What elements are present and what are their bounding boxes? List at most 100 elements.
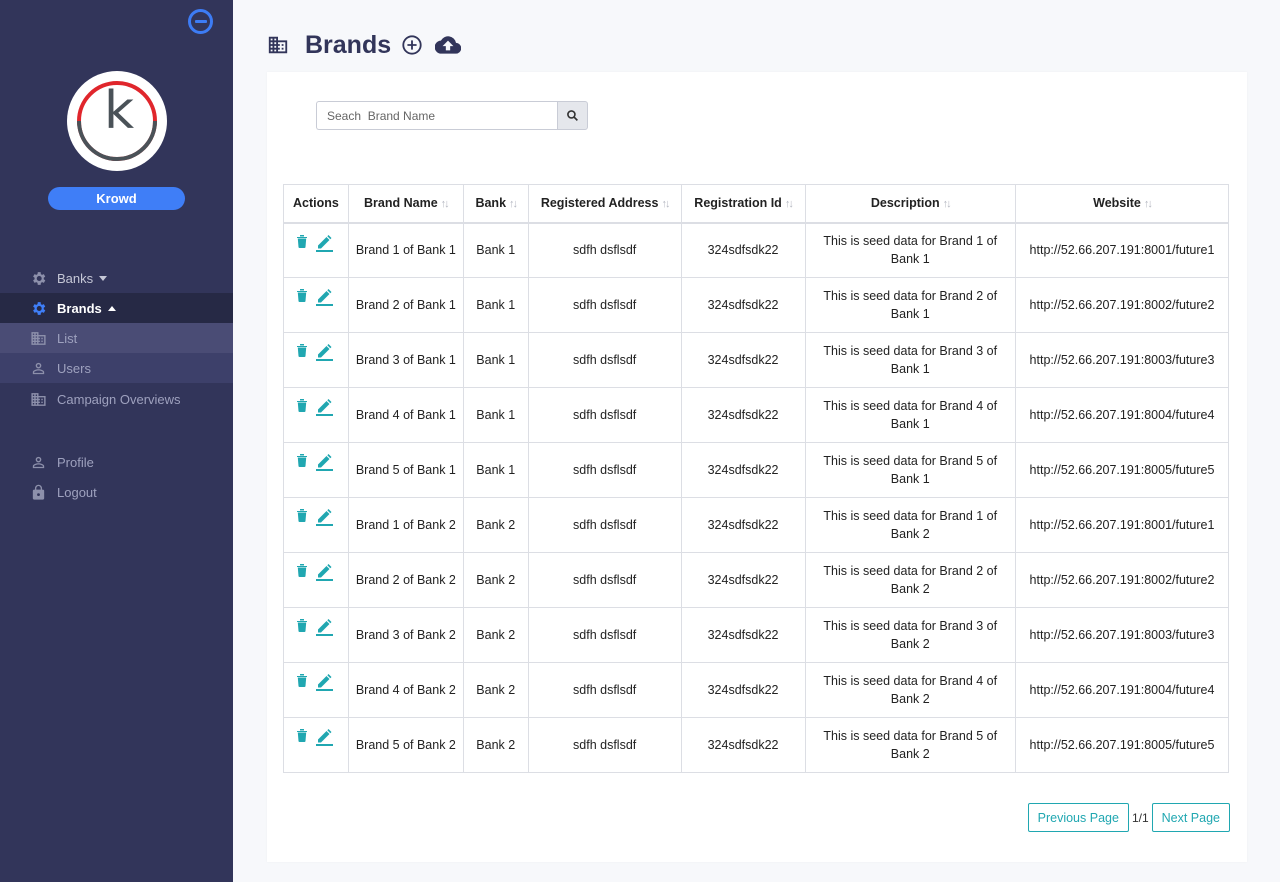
cell-website[interactable]: http://52.66.207.191:8001/future1 bbox=[1015, 222, 1229, 278]
sort-icon[interactable]: ↑↓ bbox=[943, 198, 952, 210]
cell-brand-name: Brand 5 of Bank 1 bbox=[347, 442, 464, 498]
edit-icon[interactable] bbox=[315, 673, 333, 691]
sidebar-item-campaign-overviews[interactable]: Campaign Overviews bbox=[0, 384, 233, 414]
search-button[interactable] bbox=[557, 101, 588, 130]
column-header-registration-id[interactable]: Registration Id ↑↓ bbox=[680, 184, 806, 224]
sidebar-item-label: Campaign Overviews bbox=[57, 391, 181, 407]
trash-icon[interactable] bbox=[296, 618, 308, 632]
cell-description: This is seed data for Brand 5 of Bank 2 bbox=[804, 717, 1016, 773]
cell-bank: Bank 2 bbox=[462, 717, 529, 773]
trash-icon[interactable] bbox=[296, 673, 308, 687]
sort-icon[interactable]: ↑↓ bbox=[441, 198, 450, 210]
edit-icon[interactable] bbox=[315, 288, 333, 306]
cell-registered-address: sdfh dsflsdf bbox=[527, 497, 682, 553]
cell-registration-id: 324sdfsdk22 bbox=[680, 442, 806, 498]
edit-icon[interactable] bbox=[315, 398, 333, 416]
cell-website[interactable]: http://52.66.207.191:8005/future5 bbox=[1015, 442, 1229, 498]
trash-icon[interactable] bbox=[296, 563, 308, 577]
sidebar-item-label: Banks bbox=[57, 270, 94, 286]
collapse-sidebar-icon[interactable] bbox=[188, 9, 213, 34]
cell-website[interactable]: http://52.66.207.191:8004/future4 bbox=[1015, 387, 1229, 443]
user-icon bbox=[30, 454, 47, 471]
sort-icon[interactable]: ↑↓ bbox=[509, 198, 518, 210]
sort-icon[interactable]: ↑↓ bbox=[1144, 198, 1153, 210]
table-row: Brand 2 of Bank 1 Bank 1 sdfh dsflsdf 324sd… bbox=[283, 277, 1229, 333]
previous-page-button[interactable]: Previous Page bbox=[1027, 803, 1129, 832]
trash-icon[interactable] bbox=[296, 234, 308, 248]
cell-registered-address: sdfh dsflsdf bbox=[527, 607, 682, 663]
brands-table: Actions Brand Name ↑↓ Bank ↑↓ Registered A… bbox=[283, 184, 1229, 773]
table-row: Brand 3 of Bank 1 Bank 1 sdfh dsflsdf 324sd… bbox=[283, 332, 1229, 388]
cell-brand-name: Brand 4 of Bank 2 bbox=[347, 662, 464, 718]
edit-icon[interactable] bbox=[315, 618, 333, 636]
lock-icon bbox=[30, 484, 47, 501]
column-header-website[interactable]: Website ↑↓ bbox=[1015, 184, 1229, 224]
row-actions bbox=[283, 497, 349, 553]
cell-registration-id: 324sdfsdk22 bbox=[680, 497, 806, 553]
building-icon bbox=[267, 34, 289, 56]
cell-brand-name: Brand 5 of Bank 2 bbox=[347, 717, 464, 773]
trash-icon[interactable] bbox=[296, 288, 308, 302]
next-page-button[interactable]: Next Page bbox=[1151, 803, 1230, 832]
building-icon bbox=[30, 391, 47, 408]
sidebar-item-list[interactable]: List bbox=[0, 323, 233, 353]
trash-icon[interactable] bbox=[296, 398, 308, 412]
cell-website[interactable]: http://52.66.207.191:8004/future4 bbox=[1015, 662, 1229, 718]
cell-website[interactable]: http://52.66.207.191:8002/future2 bbox=[1015, 552, 1229, 608]
table-row: Brand 4 of Bank 2 Bank 2 sdfh dsflsdf 324sd… bbox=[283, 662, 1229, 718]
cell-brand-name: Brand 2 of Bank 2 bbox=[347, 552, 464, 608]
add-circle-icon[interactable] bbox=[401, 34, 423, 56]
sidebar-item-brands[interactable]: Brands bbox=[0, 293, 233, 323]
cell-website[interactable]: http://52.66.207.191:8001/future1 bbox=[1015, 497, 1229, 553]
sidebar-item-label: Profile bbox=[57, 454, 94, 470]
column-header-registered-address[interactable]: Registered Address ↑↓ bbox=[527, 184, 682, 224]
table-row: Brand 1 of Bank 2 Bank 2 sdfh dsflsdf 324sd… bbox=[283, 497, 1229, 553]
cell-registered-address: sdfh dsflsdf bbox=[527, 552, 682, 608]
edit-icon[interactable] bbox=[315, 453, 333, 471]
sidebar-item-logout[interactable]: Logout bbox=[0, 477, 233, 507]
edit-icon[interactable] bbox=[315, 563, 333, 581]
trash-icon[interactable] bbox=[296, 508, 308, 522]
trash-icon[interactable] bbox=[296, 728, 308, 742]
cloud-upload-icon[interactable] bbox=[435, 35, 462, 55]
column-header-brand-name[interactable]: Brand Name ↑↓ bbox=[347, 184, 464, 224]
page-header: Brands bbox=[267, 28, 473, 62]
sidebar-item-banks[interactable]: Banks bbox=[0, 263, 233, 293]
search-icon bbox=[567, 110, 578, 121]
cell-bank: Bank 2 bbox=[462, 552, 529, 608]
cell-website[interactable]: http://52.66.207.191:8002/future2 bbox=[1015, 277, 1229, 333]
cell-bank: Bank 2 bbox=[462, 662, 529, 718]
page-title: Brands bbox=[305, 30, 392, 59]
sort-icon[interactable]: ↑↓ bbox=[785, 198, 794, 210]
cell-website[interactable]: http://52.66.207.191:8003/future3 bbox=[1015, 332, 1229, 388]
table-row: Brand 1 of Bank 1 Bank 1 sdfh dsflsdf 324sd… bbox=[283, 222, 1229, 278]
gear-icon bbox=[30, 300, 47, 317]
table-row: Brand 2 of Bank 2 Bank 2 sdfh dsflsdf 324sd… bbox=[283, 552, 1229, 608]
edit-icon[interactable] bbox=[315, 343, 333, 361]
trash-icon[interactable] bbox=[296, 343, 308, 357]
cell-registration-id: 324sdfsdk22 bbox=[680, 332, 806, 388]
cell-registered-address: sdfh dsflsdf bbox=[527, 277, 682, 333]
cell-website[interactable]: http://52.66.207.191:8005/future5 bbox=[1015, 717, 1229, 773]
edit-icon[interactable] bbox=[315, 728, 333, 746]
cell-registered-address: sdfh dsflsdf bbox=[527, 332, 682, 388]
edit-icon[interactable] bbox=[315, 234, 333, 252]
search-input[interactable] bbox=[316, 101, 558, 130]
trash-icon[interactable] bbox=[296, 453, 308, 467]
cell-website[interactable]: http://52.66.207.191:8003/future3 bbox=[1015, 607, 1229, 663]
sidebar-item-profile[interactable]: Profile bbox=[0, 447, 233, 477]
cell-description: This is seed data for Brand 3 of Bank 2 bbox=[804, 607, 1016, 663]
row-actions bbox=[283, 387, 349, 443]
sidebar-item-users[interactable]: Users bbox=[0, 353, 233, 383]
edit-icon[interactable] bbox=[315, 508, 333, 526]
cell-brand-name: Brand 1 of Bank 1 bbox=[347, 222, 464, 278]
user-name-badge[interactable]: Krowd bbox=[48, 187, 185, 210]
cell-bank: Bank 1 bbox=[462, 442, 529, 498]
pagination: Previous Page 1/1 Next Page bbox=[1027, 803, 1230, 832]
cell-description: This is seed data for Brand 2 of Bank 1 bbox=[804, 277, 1016, 333]
column-header-actions: Actions bbox=[283, 184, 349, 224]
column-header-description[interactable]: Description ↑↓ bbox=[804, 184, 1016, 224]
sort-icon[interactable]: ↑↓ bbox=[661, 198, 670, 210]
column-header-bank[interactable]: Bank ↑↓ bbox=[462, 184, 529, 224]
cell-registration-id: 324sdfsdk22 bbox=[680, 387, 806, 443]
